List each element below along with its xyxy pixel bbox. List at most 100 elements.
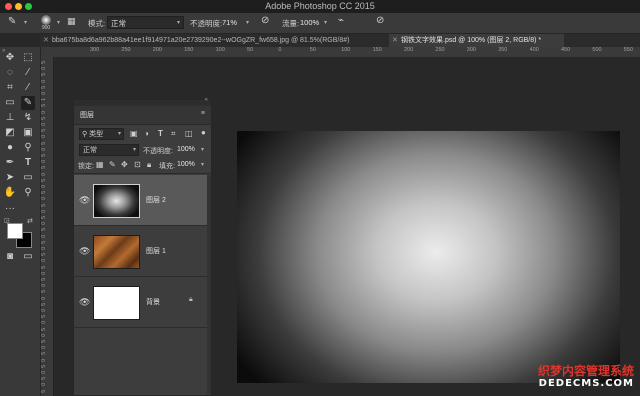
filter-shape-icon[interactable]: ⌗ [171, 129, 176, 139]
chevron-down-icon[interactable]: ▾ [324, 19, 327, 26]
ruler-tick-label: 350 [498, 47, 508, 53]
chevron-down-icon[interactable]: ▾ [246, 19, 249, 26]
chevron-down-icon[interactable]: ▾ [201, 161, 204, 168]
ruler-tick-label: 0 [278, 47, 282, 53]
eyedropper-tool-icon[interactable]: ⁄ [21, 81, 35, 95]
healing-brush-tool-icon[interactable]: ▭ [3, 96, 17, 110]
layer-row-layer-1[interactable]: 👁︎ 图层 1 [74, 226, 207, 277]
watermark-line-2: DEDECMS.COM [538, 378, 634, 389]
blend-mode-select[interactable]: 正常 ▾ [79, 144, 139, 156]
filter-smart-object-icon[interactable]: ◫ [185, 129, 193, 138]
pressure-size-icon[interactable]: ⊘ [376, 15, 384, 26]
chevron-down-icon[interactable]: ▾ [57, 19, 60, 26]
filter-type-icon[interactable]: T [158, 129, 163, 138]
hand-tool-icon[interactable]: ✋ [3, 186, 17, 200]
ruler-tick-label: 550 [623, 47, 633, 53]
screen-mode-icon[interactable]: ▭ [21, 250, 35, 264]
ruler-tick-label: 5 [41, 104, 47, 108]
more-tools-icon[interactable]: ··· [3, 202, 17, 216]
ruler-tick-label: 0 [41, 147, 47, 151]
gradient-tool-icon[interactable]: ▣ [21, 126, 35, 140]
layer-row-layer-2[interactable]: 👁︎ 图层 2 [74, 175, 207, 226]
lock-label: 锁定: [78, 163, 94, 170]
zoom-tool-icon[interactable]: ⚲ [21, 186, 35, 200]
layer-name[interactable]: 背景 [146, 297, 160, 307]
mode-label: 模式: [88, 19, 106, 28]
path-selection-tool-icon[interactable]: ➤ [3, 171, 17, 185]
brush-tool-icon[interactable]: ✎ [21, 96, 35, 110]
ruler-tick-label: 0 [41, 358, 47, 362]
opacity-value[interactable]: 71% [222, 18, 237, 27]
flow-value[interactable]: 100% [300, 18, 319, 27]
layer-row-background[interactable]: 👁︎ 背景 🔒︎ [74, 277, 207, 328]
foreground-color-swatch[interactable] [7, 223, 23, 239]
brush-preview-icon [41, 15, 51, 25]
mode-value: 正常 [111, 19, 126, 28]
pressure-opacity-icon[interactable]: ⊘ [261, 15, 269, 26]
quick-selection-tool-icon[interactable]: ⁄ [21, 66, 35, 80]
quick-mask-icon[interactable]: ◙ [3, 250, 17, 264]
mode-select[interactable]: 正常 ▾ [107, 16, 184, 29]
rectangle-tool-icon[interactable]: ▭ [21, 171, 35, 185]
lock-position-icon[interactable]: ✥ [121, 160, 128, 169]
ruler-tick-label: 150 [372, 47, 382, 53]
chevron-down-icon[interactable]: ▾ [24, 19, 27, 26]
lock-image-icon[interactable]: ✎ [109, 160, 116, 169]
ruler-tick-label: 0 [41, 296, 47, 300]
ruler-tick-label: 5 [41, 389, 47, 393]
layers-scrollbar[interactable] [207, 175, 211, 394]
ruler-tick-label: 500 [592, 47, 602, 53]
tools-panel: » ✥ ⬚ ◌ ⁄ ⌗ ⁄ ▭ ✎ ⊥ ↯ ◩ ▣ ● ⚲ ✒ T ➤ ▭ ✋ … [0, 47, 41, 396]
layer-thumbnail [93, 286, 140, 320]
visibility-eye-icon[interactable]: 👁︎ [79, 195, 90, 206]
close-icon[interactable]: ✕ [43, 34, 49, 47]
ruler-tick-label: 5 [41, 364, 47, 368]
filter-pixel-icon[interactable]: ▣ [130, 129, 138, 138]
layer-thumbnail [93, 184, 140, 218]
history-brush-tool-icon[interactable]: ↯ [21, 111, 35, 125]
lock-artboard-icon[interactable]: ⊡ [134, 160, 141, 169]
brush-tool-icon[interactable]: ✎ [8, 16, 16, 27]
layer-opacity-value[interactable]: 100% [177, 146, 195, 153]
canvas[interactable] [237, 131, 620, 383]
ruler-tick-label: 5 [41, 340, 47, 343]
brush-panel-icon[interactable]: ▦ [67, 16, 76, 27]
ruler-tick-label: 0 [41, 222, 47, 225]
blur-tool-icon[interactable]: ● [3, 141, 17, 155]
visibility-eye-icon[interactable]: 👁︎ [79, 246, 90, 257]
layer-name[interactable]: 图层 1 [146, 246, 166, 256]
ruler-tick-label: 250 [435, 47, 445, 53]
chevron-down-icon[interactable]: ▾ [201, 146, 204, 153]
crop-tool-icon[interactable]: ⌗ [3, 81, 17, 95]
lasso-tool-icon[interactable]: ◌ [3, 66, 17, 80]
panel-menu-icon[interactable]: ≡ [201, 110, 205, 117]
layer-name[interactable]: 图层 2 [146, 195, 166, 205]
pen-tool-icon[interactable]: ✒ [3, 156, 17, 170]
ruler-vertical[interactable]: 5 0 5 0 5 0 1 5 0 5 0 5 0 5 0 5 0 5 0 5 0 5 0 5 0 5 0 5 0 5 0 5 0 5 0 5 0 5 0 5… [40, 57, 54, 396]
layers-panel-title[interactable]: 图层 [80, 110, 94, 120]
filter-adjustment-icon[interactable]: ◑ [144, 129, 149, 138]
opacity-label: 不透明度: [190, 19, 223, 28]
type-tool-icon[interactable]: T [21, 156, 35, 170]
close-icon[interactable]: ✕ [392, 34, 398, 47]
swap-colors-icon[interactable]: ⇄ [27, 217, 33, 225]
lock-transparent-icon[interactable]: ▦ [96, 160, 104, 169]
airbrush-icon[interactable]: ⌁ [338, 15, 344, 26]
ruler-tick-label: 400 [529, 47, 539, 53]
layer-filter-select[interactable]: ⚲ 类型 ▾ [79, 128, 124, 140]
marquee-tool-icon[interactable]: ⬚ [21, 51, 35, 65]
brush-preset-picker[interactable]: 900 [38, 15, 54, 32]
tab-document-1[interactable]: ✕ bba675ba8d6a962b88a41ee1f914971a20e273… [40, 34, 388, 47]
filter-toggle-icon[interactable]: ● [201, 128, 206, 137]
eraser-tool-icon[interactable]: ◩ [3, 126, 17, 140]
chevron-down-icon: ▾ [132, 147, 136, 153]
tab-document-2[interactable]: ✕ 钢铁文字效果.psd @ 100% (图层 2, RGB/8) * [389, 34, 564, 47]
dodge-tool-icon[interactable]: ⚲ [21, 141, 35, 155]
lock-all-icon[interactable]: 🔒︎ [147, 160, 151, 170]
move-tool-icon[interactable]: ✥ [3, 51, 17, 65]
visibility-eye-icon[interactable]: 👁︎ [79, 297, 90, 308]
ruler-tick-label: 5 [41, 116, 47, 120]
clone-stamp-tool-icon[interactable]: ⊥ [3, 111, 17, 125]
fill-value[interactable]: 100% [177, 161, 195, 168]
collapse-panel-icon[interactable]: « [205, 97, 208, 103]
